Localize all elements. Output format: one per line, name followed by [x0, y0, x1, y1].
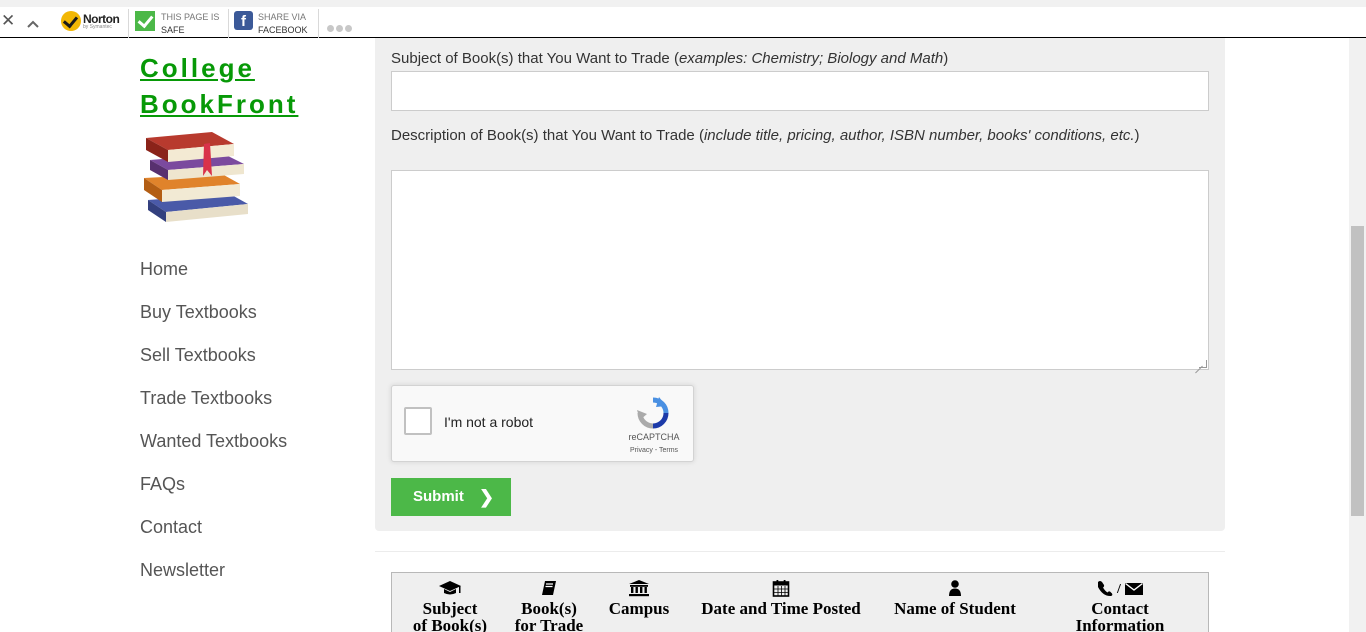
- facebook-icon[interactable]: f: [234, 11, 253, 30]
- submit-button[interactable]: Submit ❯: [391, 478, 511, 516]
- description-label-example: include title, pricing, author, ISBN num…: [703, 127, 1135, 144]
- column-header-subject-line2: of Book(s): [412, 616, 488, 632]
- description-label: Description of Book(s) that You Want to …: [391, 125, 1209, 147]
- description-label-text: Description of Book(s) that You Want to …: [391, 127, 704, 144]
- column-header-student-name[interactable]: Name of Student: [882, 579, 1028, 617]
- description-label-close: ): [1134, 127, 1140, 144]
- brand-line-1: College: [140, 53, 255, 83]
- recaptcha-widget: I'm not a robot reCAPTCHA Privacy - Term…: [391, 385, 694, 462]
- nav-item-trade-textbooks[interactable]: Trade Textbooks: [140, 387, 287, 430]
- nav-item-wanted-textbooks[interactable]: Wanted Textbooks: [140, 430, 287, 473]
- subject-label: Subject of Book(s) that You Want to Trad…: [391, 48, 948, 70]
- safe-line2: SAFE: [161, 25, 185, 35]
- column-header-books-line1: Book(s): [521, 599, 577, 618]
- graduation-cap-icon: [400, 579, 500, 598]
- book-icon: [504, 579, 594, 598]
- norton-byline: by Symantec: [83, 24, 112, 30]
- institution-icon: [598, 579, 680, 598]
- vertical-scrollbar[interactable]: [1349, 38, 1366, 632]
- nav-item-newsletter[interactable]: Newsletter: [140, 559, 287, 602]
- recaptcha-brand: reCAPTCHA: [628, 432, 680, 442]
- nav-item-faqs[interactable]: FAQs: [140, 473, 287, 516]
- column-header-campus[interactable]: Campus: [598, 579, 680, 617]
- trade-form-panel: Subject of Book(s) that You Want to Trad…: [375, 38, 1225, 531]
- phone-envelope-icon: /: [1052, 579, 1188, 598]
- close-icon[interactable]: ✕: [1, 12, 15, 29]
- recaptcha-logo-icon: [636, 396, 670, 430]
- section-divider: [375, 551, 1225, 552]
- scrollbar-thumb[interactable]: [1351, 226, 1364, 516]
- nav-item-sell-textbooks[interactable]: Sell Textbooks: [140, 344, 287, 387]
- toolbar-divider: [318, 9, 319, 38]
- site-logo-link[interactable]: College BookFront: [140, 50, 340, 122]
- description-textarea[interactable]: [391, 170, 1209, 370]
- toolbar-divider: [128, 9, 129, 38]
- column-header-student-name-line1: Name of Student: [894, 599, 1016, 618]
- trade-listings-table: Subject of Book(s) Book(s) for Trade Cam…: [391, 572, 1209, 632]
- norton-toolbar: ✕ Norton by Symantec THIS PAGE IS SAFE f…: [0, 0, 1366, 38]
- column-header-date-posted-line1: Date and Time Posted: [701, 599, 861, 618]
- column-header-campus-line1: Campus: [608, 599, 670, 618]
- subject-label-close: ): [943, 50, 949, 67]
- chevron-up-icon[interactable]: [27, 16, 39, 34]
- recaptcha-checkbox[interactable]: [404, 407, 432, 435]
- safe-status[interactable]: THIS PAGE IS SAFE: [161, 11, 219, 37]
- recaptcha-label: I'm not a robot: [444, 414, 534, 430]
- subject-label-text: Subject of Book(s) that You Want to Trad…: [391, 50, 679, 67]
- column-header-contact-line2: Information: [1075, 616, 1165, 632]
- subject-label-example: examples: Chemistry; Biology and Math: [678, 50, 944, 67]
- column-header-contact-line1: Contact: [1091, 599, 1149, 618]
- column-header-subject-line1: Subject: [422, 599, 478, 618]
- share-facebook[interactable]: SHARE VIA FACEBOOK: [258, 11, 308, 37]
- more-options-icon[interactable]: [327, 19, 354, 37]
- nav-item-home[interactable]: Home: [140, 258, 287, 301]
- recaptcha-privacy-terms[interactable]: Privacy - Terms: [614, 447, 694, 454]
- safe-check-icon[interactable]: [135, 11, 155, 31]
- safe-line1: THIS PAGE IS: [161, 12, 220, 22]
- column-header-books-line2: for Trade: [514, 616, 584, 632]
- toolbar-divider: [228, 9, 229, 38]
- chevron-right-icon: ❯: [479, 487, 495, 507]
- subject-input[interactable]: [391, 71, 1209, 111]
- user-icon: [882, 579, 1028, 598]
- sidebar-nav: Home Buy Textbooks Sell Textbooks Trade …: [140, 258, 287, 602]
- submit-label: Submit: [413, 488, 464, 505]
- share-line1: SHARE VIA: [258, 12, 307, 22]
- nav-item-buy-textbooks[interactable]: Buy Textbooks: [140, 301, 287, 344]
- column-header-date-posted[interactable]: Date and Time Posted: [686, 579, 876, 617]
- nav-item-contact[interactable]: Contact: [140, 516, 287, 559]
- norton-check-icon: [61, 11, 81, 31]
- column-header-contact[interactable]: / Contact Information: [1052, 579, 1188, 632]
- share-line2: FACEBOOK: [258, 25, 308, 35]
- calendar-icon: [686, 579, 876, 598]
- books-stack-image: [140, 130, 252, 226]
- column-header-books[interactable]: Book(s) for Trade: [504, 579, 594, 632]
- contact-icon-separator: /: [1116, 582, 1122, 597]
- column-header-subject[interactable]: Subject of Book(s): [400, 579, 500, 632]
- resize-handle-icon[interactable]: [1199, 360, 1207, 368]
- brand-line-2: BookFront: [140, 89, 299, 119]
